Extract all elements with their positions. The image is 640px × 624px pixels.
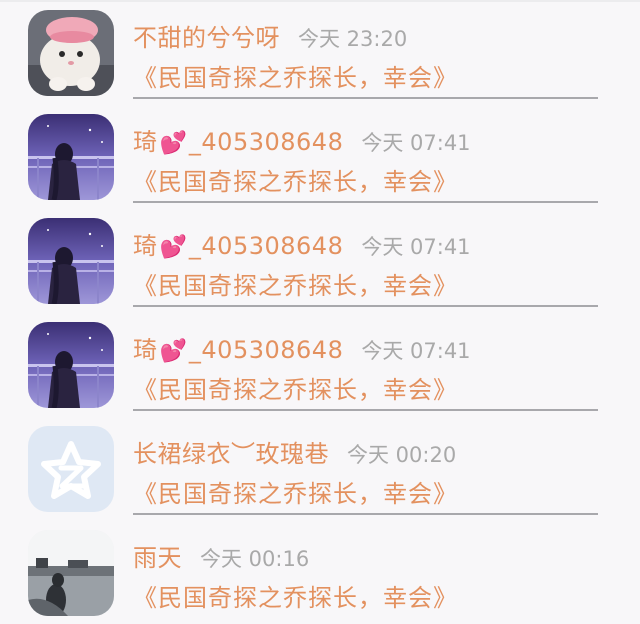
contact-id: _405308648 [188,128,344,156]
conversation-row[interactable]: 长裙绿衣︶玫瑰巷 今天 00:20 《民国奇探之乔探长，幸会》 [0,416,640,520]
girl-purple-photo-avatar-icon[interactable] [28,114,114,200]
contact-name: 不甜的兮兮呀 [133,24,280,52]
conversation-header: 琦💕_405308648 今天 07:41 [133,122,471,158]
conversation-header: 琦💕_405308648 今天 07:41 [133,226,471,262]
contact-id: _405308648 [188,336,344,364]
conversation-row[interactable]: 不甜的兮兮呀 今天 23:20 《民国奇探之乔探长，幸会》 [0,0,640,104]
contact-name: 琦 [133,232,158,260]
message-preview: 《民国奇探之乔探长，幸会》 [133,376,458,404]
message-preview: 《民国奇探之乔探长，幸会》 [133,584,458,612]
message-preview: 《民国奇探之乔探长，幸会》 [133,272,458,300]
conversation-row[interactable]: 琦💕_405308648 今天 07:41 《民国奇探之乔探长，幸会》 [0,104,640,208]
conversation-header: 不甜的兮兮呀 今天 23:20 [133,18,407,54]
message-time: 今天 00:20 [347,443,457,467]
row-divider [133,305,598,307]
row-divider [133,97,598,99]
conversation-row[interactable]: 琦💕_405308648 今天 07:41 《民国奇探之乔探长，幸会》 [0,312,640,416]
conversation-list: 不甜的兮兮呀 今天 23:20 《民国奇探之乔探长，幸会》 琦💕_4053086… [0,0,640,616]
heart-emoji-icon: 💕 [159,339,187,364]
message-preview: 《民国奇探之乔探长，幸会》 [133,64,458,92]
contact-name: 长裙绿衣︶玫瑰巷 [133,440,329,468]
conversation-header: 琦💕_405308648 今天 07:41 [133,330,471,366]
message-time: 今天 23:20 [298,27,408,51]
message-time: 今天 00:16 [200,547,310,571]
conversation-row[interactable]: 琦💕_405308648 今天 07:41 《民国奇探之乔探长，幸会》 [0,208,640,312]
row-divider [133,513,598,515]
contact-name: 雨天 [133,544,182,572]
contact-id: _405308648 [188,232,344,260]
message-preview: 《民国奇探之乔探长，幸会》 [133,168,458,196]
message-preview: 《民国奇探之乔探长，幸会》 [133,480,458,508]
message-time: 今天 07:41 [361,235,471,259]
girl-purple-photo-avatar-icon[interactable] [28,218,114,304]
girl-purple-photo-avatar-icon[interactable] [28,322,114,408]
message-time: 今天 07:41 [361,339,471,363]
row-divider [133,201,598,203]
qq-star-default-avatar-icon[interactable] [28,426,114,512]
conversation-header: 雨天 今天 00:16 [133,538,309,574]
contact-name: 琦 [133,128,158,156]
message-time: 今天 07:41 [361,131,471,155]
heart-emoji-icon: 💕 [159,235,187,260]
conversation-row[interactable]: 雨天 今天 00:16 《民国奇探之乔探长，幸会》 [0,520,640,624]
row-divider [133,409,598,411]
rainy-street-photo-avatar-icon[interactable] [28,530,114,616]
cat-photo-avatar-icon[interactable] [28,10,114,96]
conversation-header: 长裙绿衣︶玫瑰巷 今天 00:20 [133,434,456,470]
heart-emoji-icon: 💕 [159,131,187,156]
contact-name: 琦 [133,336,158,364]
